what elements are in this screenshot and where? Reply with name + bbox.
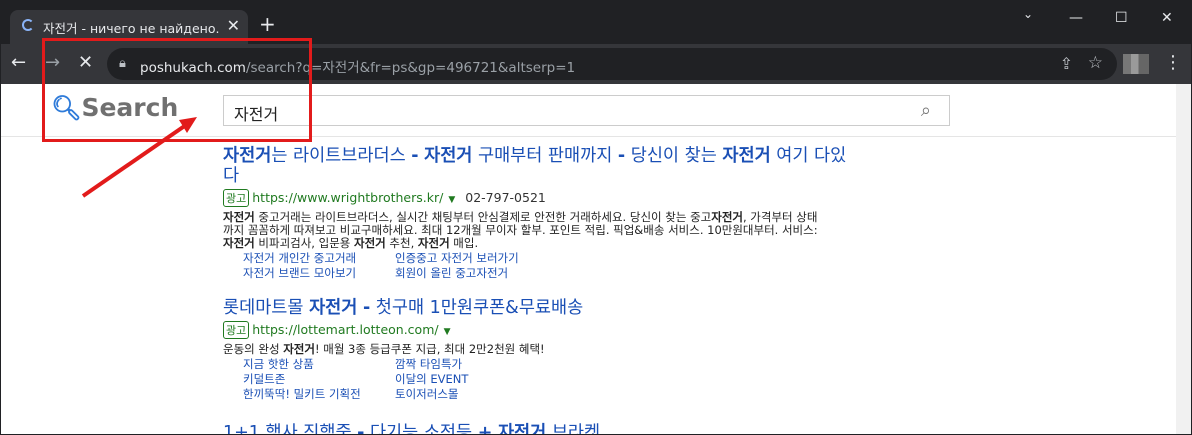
browser-window: 자전거 - ничего не найдено. П ✕ + ⌄ — ☐ ✕ ←… [0, 0, 1192, 435]
arrow-head [179, 117, 197, 133]
annotation-arrow [81, 117, 197, 198]
arrow-shaft [81, 123, 188, 198]
